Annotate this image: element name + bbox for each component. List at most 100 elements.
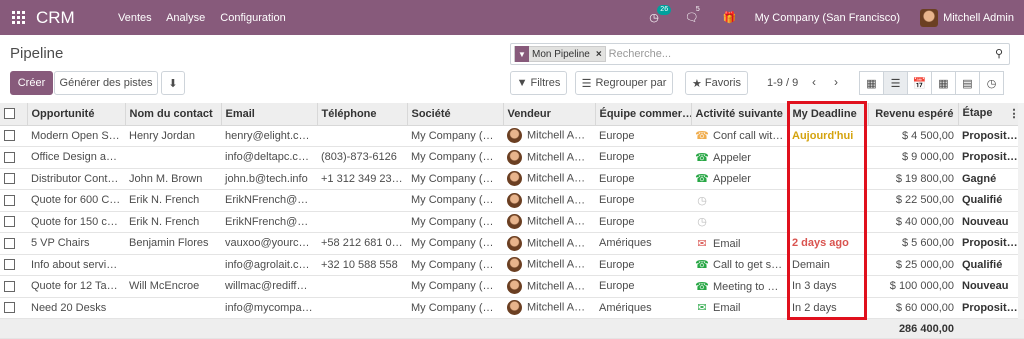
seller-avatar bbox=[507, 128, 522, 144]
cell-email: willmac@rediffma… bbox=[221, 275, 317, 298]
col-email[interactable]: Email bbox=[221, 103, 318, 126]
col-company[interactable]: Société bbox=[407, 103, 504, 126]
pager-next-icon[interactable]: › bbox=[834, 75, 838, 89]
cell-next-activity[interactable]: ☎ Appeler bbox=[691, 146, 788, 169]
cell-next-activity[interactable]: ✉ Email bbox=[691, 297, 788, 319]
app-brand[interactable]: CRM bbox=[36, 8, 118, 28]
select-all-checkbox[interactable] bbox=[0, 103, 28, 126]
table-row[interactable]: Modern Open Sp… Henry Jordan henry@elight.… bbox=[0, 125, 1024, 147]
menu-analyse[interactable]: Analyse bbox=[166, 12, 205, 24]
menu-ventes[interactable]: Ventes bbox=[118, 12, 152, 24]
col-deadline[interactable]: My Deadline bbox=[788, 103, 869, 126]
col-stage[interactable]: Étape ⋮ bbox=[958, 103, 1024, 126]
activity-summary: Email bbox=[713, 302, 741, 315]
col-opportunity[interactable]: Opportunité bbox=[27, 103, 126, 126]
phone-icon[interactable]: ☎ bbox=[695, 129, 709, 142]
cell-next-activity[interactable]: ✉ Email bbox=[691, 232, 788, 255]
table-row[interactable]: Distributor Contract John M. Brown john.b@… bbox=[0, 168, 1024, 190]
filters-button[interactable]: ▼ Filtres bbox=[510, 71, 567, 95]
cell-opportunity: Office Design an… bbox=[27, 146, 125, 169]
cell-next-activity[interactable]: ◷ bbox=[691, 189, 788, 212]
user-menu[interactable]: Mitchell Admin bbox=[920, 8, 1014, 27]
table-row[interactable]: Need 20 Desks info@mycompan… My Company (S… bbox=[0, 297, 1024, 319]
activity-summary: Appeler bbox=[713, 173, 751, 186]
groupby-button[interactable]: ☰ Regrouper par bbox=[575, 71, 673, 95]
cell-revenue: $ 9 000,00 bbox=[868, 146, 958, 169]
pager-prev-icon[interactable]: ‹ bbox=[812, 75, 816, 89]
search-input[interactable]: Recherche... bbox=[609, 48, 671, 60]
cell-deadline: Demain bbox=[788, 254, 868, 276]
apps-menu-icon[interactable] bbox=[0, 0, 36, 35]
gift-icon[interactable]: 🎁 bbox=[723, 11, 737, 24]
row-checkbox[interactable] bbox=[0, 168, 27, 190]
cell-email: info@mycompan… bbox=[221, 297, 317, 319]
company-switcher[interactable]: My Company (San Francisco) bbox=[755, 12, 901, 24]
calendar-view-icon[interactable]: 📅 bbox=[907, 71, 932, 95]
facet-remove-icon[interactable]: × bbox=[593, 49, 605, 60]
col-expected-revenue[interactable]: Revenu espéré bbox=[868, 103, 959, 126]
row-checkbox[interactable] bbox=[0, 125, 27, 147]
kanban-view-icon[interactable]: ▦ bbox=[859, 71, 884, 95]
col-seller[interactable]: Vendeur bbox=[503, 103, 596, 126]
seller-avatar bbox=[507, 278, 522, 294]
list-view-icon[interactable]: ☰ bbox=[883, 71, 908, 95]
create-button[interactable]: Créer bbox=[10, 71, 53, 95]
row-checkbox[interactable] bbox=[0, 232, 27, 255]
phone-icon[interactable]: ☎ bbox=[695, 258, 709, 271]
phone-icon[interactable]: ☎ bbox=[695, 280, 709, 293]
activity-icon[interactable]: ◷ 26 bbox=[649, 5, 672, 24]
pipeline-table: Opportunité Nom du contact Email Télépho… bbox=[0, 103, 1024, 339]
messages-icon[interactable]: 🗨 5 bbox=[685, 6, 700, 24]
row-checkbox[interactable] bbox=[0, 254, 27, 276]
cell-next-activity[interactable]: ☎ Appeler bbox=[691, 168, 788, 190]
col-next-activity[interactable]: Activité suivante bbox=[691, 103, 789, 126]
cell-next-activity[interactable]: ◷ bbox=[691, 211, 788, 233]
row-checkbox[interactable] bbox=[0, 211, 27, 233]
cell-next-activity[interactable]: ☎ Call to get sy… bbox=[691, 254, 788, 276]
row-checkbox[interactable] bbox=[0, 297, 27, 319]
search-icon[interactable]: ⚲ bbox=[995, 47, 1003, 60]
cell-company: My Company (Sa… bbox=[407, 211, 503, 233]
table-row[interactable]: 5 VP Chairs Benjamin Flores vauxoo@yourco…… bbox=[0, 232, 1024, 255]
phone-icon[interactable]: ☎ bbox=[695, 172, 709, 185]
search-bar[interactable]: ▼ Mon Pipeline × Recherche... ⚲ bbox=[510, 43, 1010, 65]
cell-company: My Company (Sa… bbox=[407, 146, 503, 169]
table-row[interactable]: Quote for 150 car… Erik N. French ErikNFre… bbox=[0, 211, 1024, 233]
cell-seller: Mitchell Admin bbox=[503, 168, 595, 190]
col-contact[interactable]: Nom du contact bbox=[125, 103, 222, 126]
cell-company: My Company (Sa… bbox=[407, 254, 503, 276]
pager-value[interactable]: 1-9 / 9 bbox=[767, 77, 798, 89]
vertical-scrollbar[interactable] bbox=[1018, 103, 1024, 319]
graph-view-icon[interactable]: ▤ bbox=[955, 71, 980, 95]
cell-contact: Will McEncroe bbox=[125, 275, 221, 298]
download-button[interactable]: ⬇ bbox=[161, 71, 185, 95]
col-team[interactable]: Équipe commer… bbox=[595, 103, 692, 126]
favorites-button[interactable]: ★ Favoris bbox=[685, 71, 748, 95]
cell-company: My Company (Sa… bbox=[407, 232, 503, 255]
clock-icon[interactable]: ◷ bbox=[695, 215, 709, 228]
table-row[interactable]: Office Design an… info@deltapc.com (803)-8… bbox=[0, 146, 1024, 169]
generate-leads-button[interactable]: Générer des pistes bbox=[54, 71, 158, 95]
pivot-view-icon[interactable]: ▦ bbox=[931, 71, 956, 95]
col-phone[interactable]: Téléphone bbox=[317, 103, 408, 126]
table-row[interactable]: Quote for 600 Ch… Erik N. French ErikNFren… bbox=[0, 189, 1024, 212]
envelope-icon[interactable]: ✉ bbox=[695, 301, 709, 314]
menu-configuration[interactable]: Configuration bbox=[220, 12, 285, 24]
seller-name: Mitchell Admin bbox=[527, 280, 595, 293]
cell-next-activity[interactable]: ☎ Conf call wit… bbox=[691, 125, 788, 147]
table-row[interactable]: Quote for 12 Tables Will McEncroe willmac@… bbox=[0, 275, 1024, 298]
cell-seller: Mitchell Admin bbox=[503, 297, 595, 319]
row-checkbox[interactable] bbox=[0, 189, 27, 212]
envelope-icon[interactable]: ✉ bbox=[695, 237, 709, 250]
table-row[interactable]: Info about services info@agrolait.com +32 … bbox=[0, 254, 1024, 276]
activity-view-icon[interactable]: ◷ bbox=[979, 71, 1004, 95]
cell-phone: +1 312 349 2324 bbox=[317, 168, 407, 190]
row-checkbox[interactable] bbox=[0, 275, 27, 298]
phone-icon[interactable]: ☎ bbox=[695, 151, 709, 164]
facet-label: Mon Pipeline bbox=[532, 48, 590, 60]
row-checkbox[interactable] bbox=[0, 146, 27, 169]
clock-icon[interactable]: ◷ bbox=[695, 194, 709, 207]
cell-next-activity[interactable]: ☎ Meeting to g… bbox=[691, 275, 788, 298]
search-facet[interactable]: ▼ Mon Pipeline × bbox=[514, 46, 606, 62]
cell-stage: Qualifié bbox=[958, 254, 1024, 276]
